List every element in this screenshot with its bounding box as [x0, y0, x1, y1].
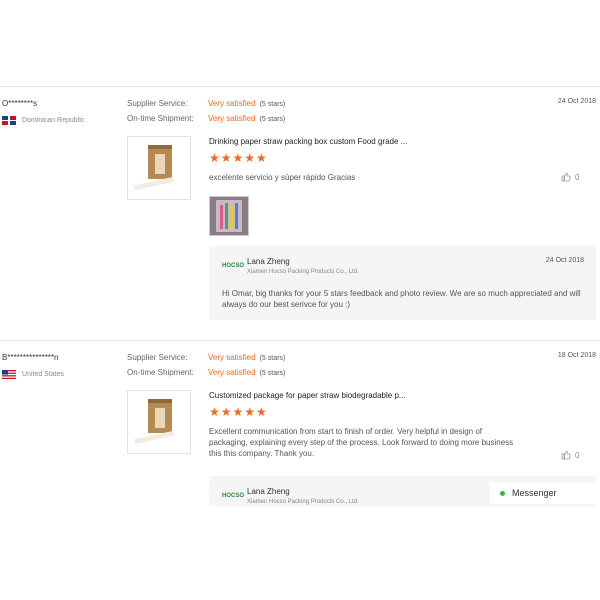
buyer-country: United States — [2, 370, 64, 379]
product-thumbnail[interactable] — [127, 136, 191, 200]
ontime-shipment-value: Very satisfied — [208, 368, 256, 377]
divider — [0, 340, 600, 341]
supplier-service-stars: (5 stars) — [259, 355, 286, 362]
like-count: 0 — [575, 450, 580, 460]
dominican-republic-flag-icon — [2, 116, 16, 125]
reply-company: Xiamen Hocso Packing Products Co., Ltd. — [247, 499, 359, 505]
supplier-service-rating: Very satisfied (5 stars) — [208, 99, 285, 108]
review-photo-image — [210, 197, 248, 235]
ontime-shipment-label: On-time Shipment: — [127, 114, 194, 123]
united-states-flag-icon — [2, 370, 16, 379]
like-count: 0 — [575, 172, 580, 182]
ontime-shipment-rating: Very satisfied (5 stars) — [208, 368, 285, 377]
review-stars: ★★★★★ — [209, 151, 268, 165]
review-date: 24 Oct 2018 — [557, 98, 596, 105]
country-label: Dominican Republic — [22, 117, 85, 124]
supplier-logo: HOCSO — [222, 493, 245, 499]
like-button[interactable]: 0 — [561, 172, 579, 182]
thumb-up-icon — [561, 450, 571, 460]
reply-author: Lana Zheng — [247, 257, 290, 266]
buyer-name: B***************n — [2, 353, 59, 362]
buyer-name: O********s — [2, 99, 38, 108]
like-button[interactable]: 0 — [561, 450, 579, 460]
divider — [0, 86, 600, 87]
buyer-country: Dominican Republic — [2, 116, 84, 125]
supplier-logo: HOCSO — [222, 263, 245, 269]
product-thumbnail[interactable] — [127, 390, 191, 454]
supplier-service-label: Supplier Service: — [127, 99, 188, 108]
country-label: United States — [22, 371, 65, 378]
review-stars: ★★★★★ — [209, 405, 268, 419]
review-date: 18 Oct 2018 — [557, 352, 596, 359]
reply-date: 24 Oct 2018 — [545, 257, 584, 264]
messenger-button[interactable]: Messenger — [490, 482, 596, 504]
supplier-service-label: Supplier Service: — [127, 353, 188, 362]
reply-company: Xiamen Hocso Packing Products Co., Ltd. — [247, 269, 359, 275]
review-comment: excelente servicio y súper rápido Gracia… — [209, 173, 356, 182]
product-title-link[interactable]: Customized package for paper straw biode… — [209, 391, 406, 400]
ontime-shipment-stars: (5 stars) — [259, 116, 286, 123]
product-title-link[interactable]: Drinking paper straw packing box custom … — [209, 137, 407, 146]
messenger-status-icon — [500, 490, 505, 496]
ontime-shipment-label: On-time Shipment: — [127, 368, 194, 377]
supplier-service-value: Very satisfied — [208, 353, 256, 362]
straw-box-image — [134, 399, 175, 445]
reply-text: Hi Omar, big thanks for your 5 stars fee… — [222, 289, 581, 309]
ontime-shipment-rating: Very satisfied (5 stars) — [208, 114, 285, 123]
ontime-shipment-value: Very satisfied — [208, 114, 256, 123]
messenger-label: Messenger — [512, 488, 557, 498]
thumb-up-icon — [561, 172, 571, 182]
review-photo[interactable] — [209, 196, 249, 236]
ontime-shipment-stars: (5 stars) — [259, 370, 286, 377]
reply-author: Lana Zheng — [247, 487, 290, 496]
review-comment: Excellent communication from start to fi… — [209, 427, 514, 458]
page-bottom-blank — [0, 506, 600, 600]
supplier-service-stars: (5 stars) — [259, 101, 286, 108]
straw-box-image — [134, 145, 175, 191]
supplier-service-value: Very satisfied — [208, 99, 256, 108]
supplier-reply: HOCSO Lana Zheng Xiamen Hocso Packing Pr… — [209, 246, 596, 320]
supplier-service-rating: Very satisfied (5 stars) — [208, 353, 285, 362]
